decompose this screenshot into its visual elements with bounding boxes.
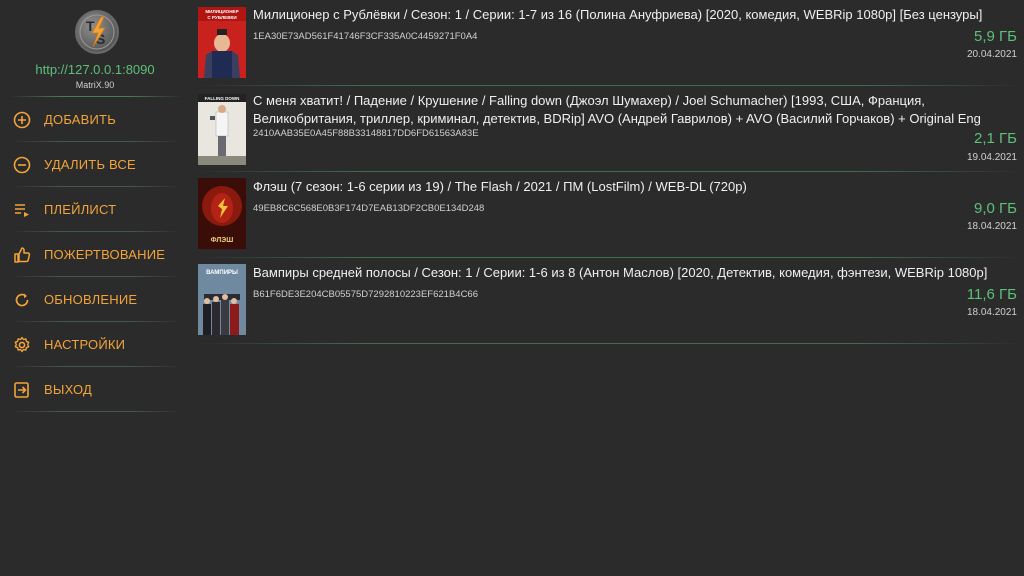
menu-item-settings[interactable]: НАСТРОЙКИ bbox=[0, 322, 190, 367]
menu-item-playlist[interactable]: ПЛЕЙЛИСТ bbox=[0, 187, 190, 232]
gear-icon bbox=[12, 335, 32, 355]
torrent-hash: B61F6DE3E204CB05575D7292810223EF621B4C66 bbox=[253, 289, 479, 300]
torrent-row[interactable]: FALLING DOWN С меня хватит! / Падение / … bbox=[196, 86, 1024, 172]
svg-text:МИЛИЦИОНЕР: МИЛИЦИОНЕР bbox=[205, 9, 238, 14]
sidebar: T S http://127.0.0.1:8090 MatriX.90 ДОБА… bbox=[0, 0, 190, 576]
menu-label: ВЫХОД bbox=[44, 382, 93, 397]
torrent-title: Милиционер с Рублёвки / Сезон: 1 / Серии… bbox=[253, 7, 983, 22]
torrent-title: Вампиры средней полосы / Сезон: 1 / Сери… bbox=[253, 265, 988, 280]
thumbs-up-icon bbox=[12, 245, 32, 265]
torrent-list: МИЛИЦИОНЕР С РУБЛЕВКИ Милиционер с Рублё… bbox=[196, 0, 1024, 344]
menu-item-donate[interactable]: ПОЖЕРТВОВАНИЕ bbox=[0, 232, 190, 277]
menu-item-update[interactable]: ОБНОВЛЕНИЕ bbox=[0, 277, 190, 322]
torrent-size: 9,0 ГБ bbox=[974, 200, 1017, 217]
add-circle-icon bbox=[12, 110, 32, 130]
torrent-date: 18.04.2021 bbox=[966, 307, 1017, 318]
poster-image: ВАМПИРЫ bbox=[198, 264, 246, 335]
torrent-hash: 2410AAB35E0A45F88B33148817DD6FD61563A83E bbox=[253, 128, 479, 139]
side-menu: ДОБАВИТЬ УДАЛИТЬ ВСЕ ПЛЕЙЛИСТ ПОЖЕРТВОВА… bbox=[0, 97, 190, 412]
torrent-date: 20.04.2021 bbox=[966, 49, 1017, 60]
server-url: http://127.0.0.1:8090 bbox=[35, 62, 155, 77]
app-logo: T S bbox=[75, 10, 119, 54]
svg-text:ФЛЭШ: ФЛЭШ bbox=[211, 237, 234, 244]
menu-item-exit[interactable]: ВЫХОД bbox=[0, 367, 190, 412]
exit-icon bbox=[12, 380, 32, 400]
menu-label: НАСТРОЙКИ bbox=[44, 337, 126, 352]
menu-label: ПЛЕЙЛИСТ bbox=[44, 202, 117, 217]
poster-image: ФЛЭШ bbox=[198, 178, 246, 249]
svg-text:FALLING DOWN: FALLING DOWN bbox=[205, 96, 240, 101]
svg-text:С РУБЛЕВКИ: С РУБЛЕВКИ bbox=[207, 15, 236, 20]
poster-image: МИЛИЦИОНЕР С РУБЛЕВКИ bbox=[198, 7, 246, 78]
menu-item-remove-all[interactable]: УДАЛИТЬ ВСЕ bbox=[0, 142, 190, 187]
svg-text:ВАМПИРЫ: ВАМПИРЫ bbox=[206, 270, 238, 276]
menu-label: ПОЖЕРТВОВАНИЕ bbox=[44, 247, 166, 262]
app-root: T S http://127.0.0.1:8090 MatriX.90 ДОБА… bbox=[0, 0, 1024, 576]
remove-circle-icon bbox=[12, 155, 32, 175]
app-version: MatriX.90 bbox=[75, 80, 115, 90]
refresh-icon bbox=[12, 290, 32, 310]
torrent-title: С меня хватит! / Падение / Крушение / Fa… bbox=[253, 93, 981, 126]
torrent-size: 2,1 ГБ bbox=[974, 130, 1017, 147]
playlist-icon bbox=[12, 200, 32, 220]
torrent-row[interactable]: ФЛЭШ Флэш (7 сезон: 1-6 серии из 19) / T… bbox=[196, 172, 1024, 258]
menu-label: УДАЛИТЬ ВСЕ bbox=[44, 157, 136, 172]
torrent-size: 5,9 ГБ bbox=[974, 28, 1017, 45]
torrent-date: 19.04.2021 bbox=[966, 152, 1017, 163]
torrent-row[interactable]: ВАМПИРЫ Вампиры средней полосы / Сезон: … bbox=[196, 258, 1024, 344]
torrent-date: 18.04.2021 bbox=[966, 221, 1017, 232]
menu-label: ДОБАВИТЬ bbox=[44, 112, 116, 127]
menu-label: ОБНОВЛЕНИЕ bbox=[44, 292, 138, 307]
torrent-hash: 49EB8C6C568E0B3F174D7EAB13DF2CB0E134D248 bbox=[253, 203, 485, 214]
logo-icon: T S bbox=[79, 14, 115, 50]
torrent-title: Флэш (7 сезон: 1-6 серии из 19) / The Fl… bbox=[253, 179, 747, 194]
torrent-row[interactable]: МИЛИЦИОНЕР С РУБЛЕВКИ Милиционер с Рублё… bbox=[196, 0, 1024, 86]
menu-item-add[interactable]: ДОБАВИТЬ bbox=[0, 97, 190, 142]
torrent-size: 11,6 ГБ bbox=[966, 286, 1017, 303]
torrent-hash: 1EA30E73AD561F41746F3CF335A0C4459271F0A4 bbox=[253, 31, 478, 42]
poster-image: FALLING DOWN bbox=[198, 94, 246, 165]
